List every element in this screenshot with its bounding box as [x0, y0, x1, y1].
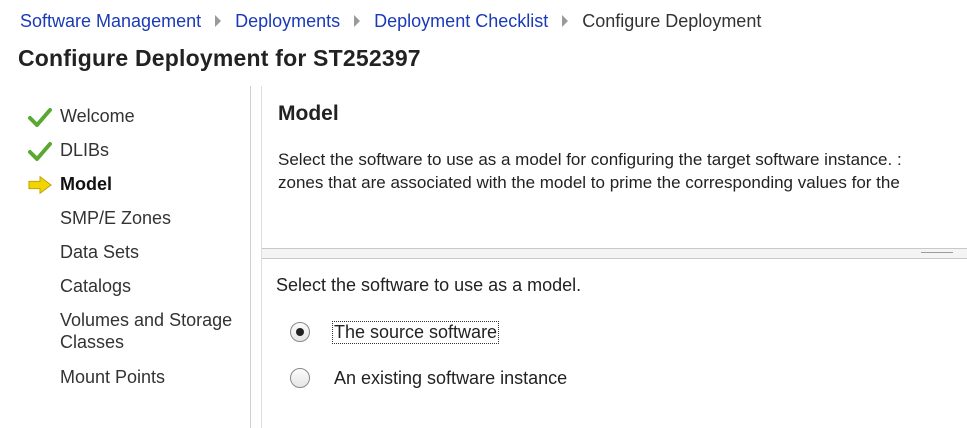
radio-button-unchecked[interactable]: [290, 368, 310, 388]
checkmark-icon: [28, 108, 52, 127]
step-welcome[interactable]: Welcome: [0, 105, 250, 129]
breadcrumb-current: Configure Deployment: [582, 10, 762, 31]
breadcrumb-link-software-management[interactable]: Software Management: [20, 11, 201, 32]
breadcrumb-separator-icon: [215, 15, 222, 27]
description-line: Select the software to use as a model fo…: [278, 150, 902, 169]
step-label: SMP/E Zones: [60, 208, 172, 228]
breadcrumb-link-deployments[interactable]: Deployments: [235, 11, 340, 32]
breadcrumb-link-deployment-checklist[interactable]: Deployment Checklist: [374, 11, 548, 32]
wizard-steps-sidebar: Welcome DLIBs Model SMP/E Zones Data Set…: [0, 86, 250, 428]
step-label: Data Sets: [60, 242, 140, 262]
step-label: Mount Points: [60, 367, 166, 387]
pane-splitter[interactable]: [262, 248, 967, 259]
description-line: zones that are associated with the model…: [278, 173, 900, 192]
radio-label[interactable]: An existing software instance: [333, 368, 568, 389]
step-dlibs[interactable]: DLIBs: [0, 139, 250, 163]
breadcrumb-separator-icon: [354, 15, 361, 27]
splitter-grip-icon[interactable]: [921, 252, 953, 255]
radio-label[interactable]: The source software: [331, 320, 500, 344]
step-volumes-storage-classes[interactable]: Volumes and Storage Classes: [0, 309, 250, 355]
step-smpe-zones[interactable]: SMP/E Zones: [0, 207, 250, 231]
breadcrumb: Software Management Deployments Deployme…: [20, 9, 761, 33]
radio-option-existing-instance[interactable]: An existing software instance: [290, 365, 568, 391]
radio-button-checked[interactable]: [290, 322, 310, 342]
step-catalogs[interactable]: Catalogs: [0, 275, 250, 299]
model-select-prompt: Select the software to use as a model.: [276, 275, 582, 295]
page-title: Configure Deployment for ST252397: [18, 45, 421, 71]
section-description: Select the software to use as a model fo…: [278, 148, 967, 194]
step-mount-points[interactable]: Mount Points: [0, 366, 250, 390]
step-label: Model: [60, 174, 112, 194]
step-data-sets[interactable]: Data Sets: [0, 241, 250, 265]
breadcrumb-separator-icon: [562, 15, 569, 27]
step-label: DLIBs: [60, 140, 110, 160]
step-label: Volumes and Storage Classes: [60, 310, 233, 352]
section-title: Model: [278, 102, 339, 125]
step-label: Catalogs: [60, 276, 132, 296]
checkmark-icon: [28, 142, 52, 161]
sidebar-divider: [250, 86, 251, 428]
radio-option-source-software[interactable]: The source software: [290, 319, 500, 345]
step-label: Welcome: [60, 106, 135, 126]
step-model[interactable]: Model: [0, 173, 250, 197]
current-step-arrow-icon: [28, 175, 52, 195]
